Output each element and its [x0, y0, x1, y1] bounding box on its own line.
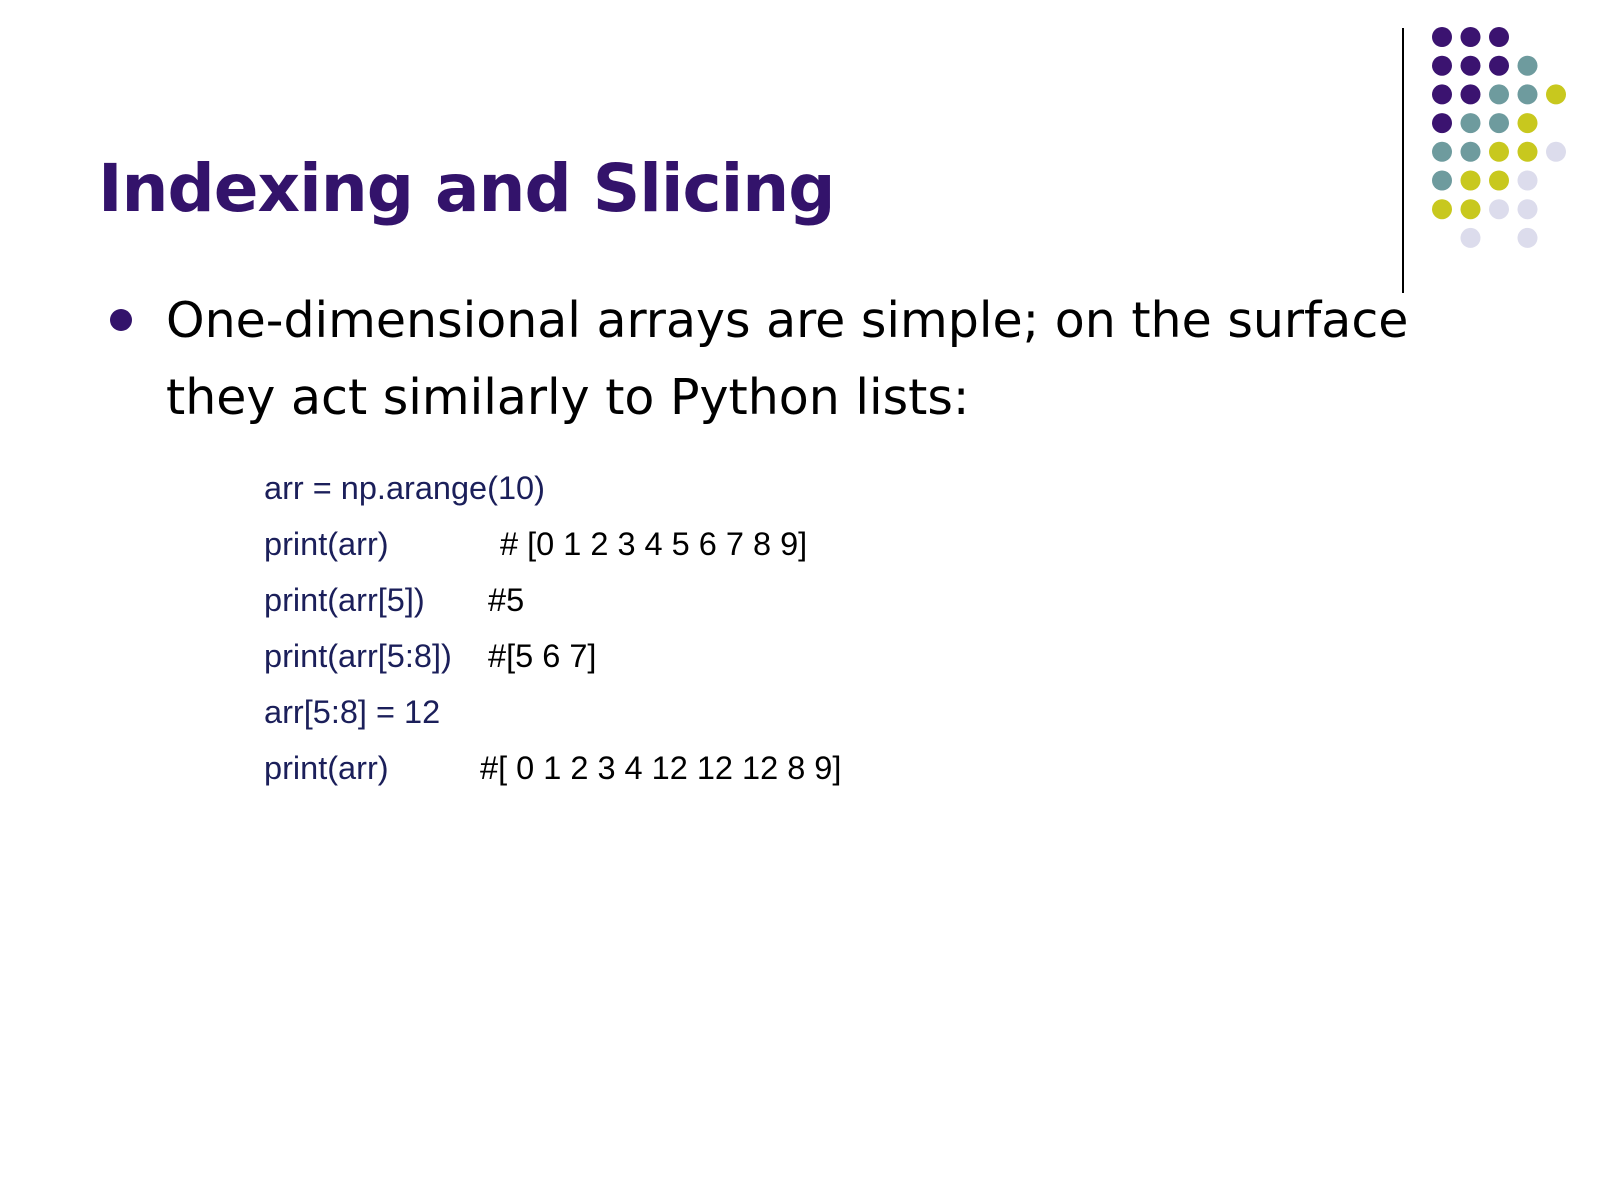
decorative-dot	[1489, 141, 1509, 162]
decorative-dot	[1432, 199, 1452, 220]
decorative-dot	[1460, 170, 1481, 191]
code-statement: print(arr)	[264, 750, 389, 786]
code-comment: # [0 1 2 3 4 5 6 7 8 9]	[500, 526, 808, 562]
decorative-dot	[1460, 27, 1481, 47]
decorative-dot	[1460, 141, 1481, 162]
code-line: print(arr) # [0 1 2 3 4 5 6 7 8 9]	[264, 524, 807, 564]
decorative-dot-pattern	[1432, 27, 1566, 248]
code-line: print(arr) #[ 0 1 2 3 4 12 12 12 8 9]	[264, 748, 841, 788]
decorative-dot	[1546, 141, 1566, 162]
bullet-text: One-dimensional arrays are simple; on th…	[166, 292, 1409, 426]
decorative-dot	[1460, 84, 1481, 105]
decorative-dot	[1517, 141, 1538, 162]
code-statement: print(arr[5:8])	[264, 638, 452, 674]
decorative-dot	[1517, 170, 1538, 191]
decorative-dot	[1432, 27, 1452, 47]
code-statement: arr = np.arange(10)	[264, 470, 545, 506]
code-line: print(arr[5:8]) #[5 6 7]	[264, 636, 596, 676]
code-statement: print(arr)	[264, 526, 389, 562]
decorative-dot	[1489, 55, 1509, 76]
decorative-dot	[1489, 199, 1509, 220]
code-line: arr = np.arange(10)	[264, 468, 545, 508]
decorative-dot	[1517, 227, 1538, 248]
code-comment: #[5 6 7]	[488, 638, 597, 674]
slide: Indexing and Slicing One-dimensional arr…	[0, 0, 1600, 1200]
code-statement: print(arr[5])	[264, 582, 425, 618]
decorative-dot	[1432, 55, 1452, 76]
decorative-dot	[1432, 84, 1452, 105]
decorative-dot	[1432, 113, 1452, 134]
code-line: print(arr[5]) #5	[264, 580, 524, 620]
decorative-dot	[1517, 113, 1538, 134]
decorative-dot	[1489, 170, 1509, 191]
decorative-dot	[1460, 55, 1481, 76]
decorative-dot	[1460, 113, 1481, 134]
decorative-dot	[1460, 199, 1481, 220]
bullet-point-icon	[110, 309, 132, 331]
decorative-dot	[1432, 141, 1452, 162]
decorative-dot	[1489, 84, 1509, 105]
code-comment: #[ 0 1 2 3 4 12 12 12 8 9]	[480, 750, 842, 786]
decorative-dot	[1489, 113, 1509, 134]
decorative-dot	[1489, 27, 1509, 47]
decorative-dot	[1517, 55, 1538, 76]
decorative-dot	[1517, 84, 1538, 105]
code-line: arr[5:8] = 12	[264, 692, 440, 732]
code-statement: arr[5:8] = 12	[264, 694, 441, 730]
decorative-dot	[1517, 199, 1538, 220]
decorative-dot	[1546, 84, 1566, 105]
code-comment: #5	[488, 582, 525, 618]
decorative-dot	[1460, 227, 1481, 248]
decorative-dot	[1432, 170, 1452, 191]
